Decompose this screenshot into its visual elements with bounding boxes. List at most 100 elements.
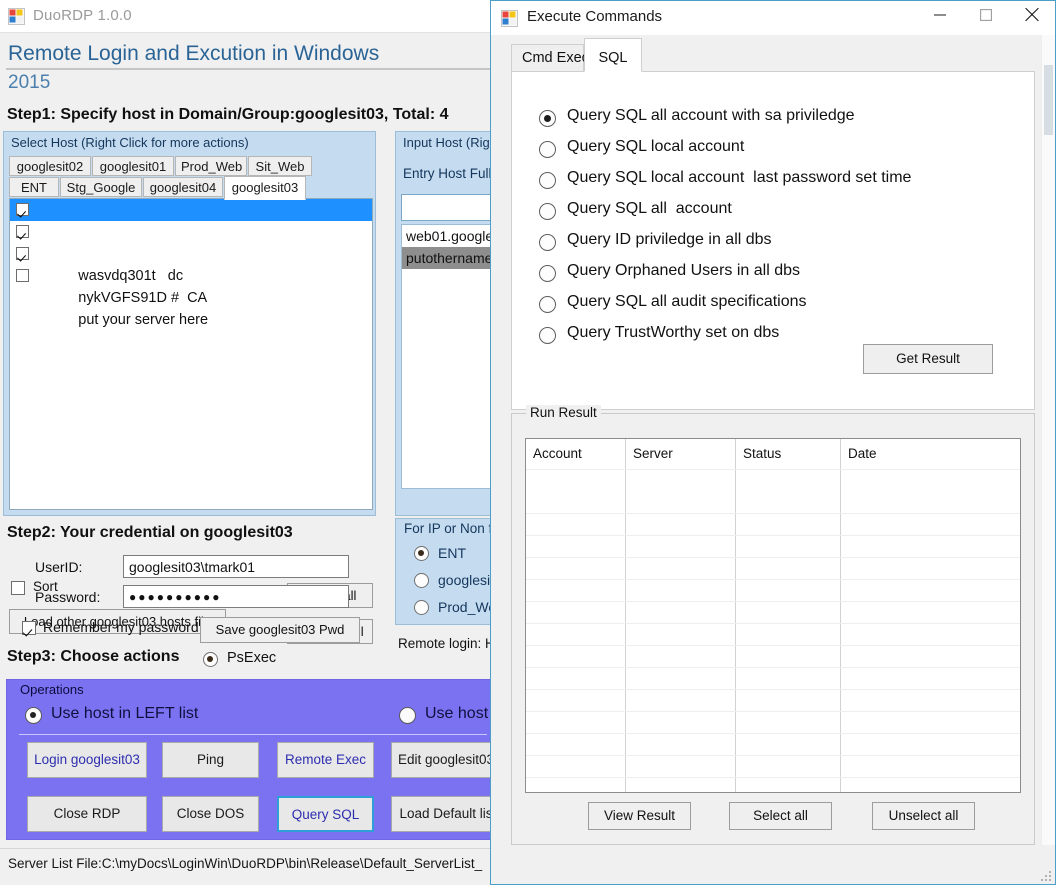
radio-icon[interactable] (539, 172, 556, 189)
list-item-label: nykVGFS91D # CA (78, 290, 208, 306)
operations-caption: Operations (17, 682, 87, 697)
radio-icon[interactable] (539, 296, 556, 313)
host-tab-prod-web[interactable]: Prod_Web (175, 156, 247, 176)
maximize-button[interactable] (963, 1, 1009, 33)
execute-commands-title-label: Execute Commands (527, 8, 663, 25)
get-result-button[interactable]: Get Result (863, 344, 993, 374)
vertical-scrollbar[interactable] (1041, 35, 1055, 845)
unselect-all-button[interactable]: Unselect all (872, 802, 975, 830)
list-item-label: put your server here (78, 312, 209, 328)
column-header-date[interactable]: Date (841, 439, 1020, 469)
banner-year: 2015 (8, 72, 51, 93)
list-item[interactable]: nykVGFS91D # CA (10, 243, 372, 306)
row-divider (526, 777, 1020, 778)
maximize-icon (980, 8, 992, 26)
radio-label: Query SQL all account with sa priviledge (567, 107, 855, 124)
minimize-button[interactable] (917, 1, 963, 33)
radio-icon[interactable] (25, 707, 42, 724)
row-divider (526, 513, 1020, 514)
column-header-account[interactable]: Account (526, 439, 626, 469)
query-sql-button[interactable]: Query SQL (277, 796, 374, 832)
radio-icon[interactable] (203, 652, 218, 667)
banner-headline: Remote Login and Excution in Windows (8, 42, 380, 65)
host-tab-sit-web[interactable]: Sit_Web (248, 156, 312, 176)
host-tab-googlesit03[interactable]: googlesit03 (224, 176, 306, 200)
column-separator (735, 439, 736, 792)
select-host-group: Select Host (Right Click for more action… (3, 131, 376, 644)
checkbox-icon[interactable] (16, 203, 29, 216)
entry-host-listbox[interactable]: web01.google putothername (401, 224, 498, 489)
duordp-titlebar: DuoRDP 1.0.0 (0, 0, 498, 33)
radio-icon[interactable] (414, 546, 429, 561)
list-item[interactable]: wasvdq301t dc (10, 221, 372, 284)
status-text: Server List File:C:\myDocs\LoginWin\DuoR… (8, 856, 483, 871)
checkbox-icon[interactable] (16, 247, 29, 260)
radio-icon[interactable] (399, 707, 416, 724)
result-table[interactable]: Account Server Status Date (525, 438, 1021, 793)
checkbox-icon[interactable] (16, 269, 29, 282)
login-button[interactable]: Login googlesit03 (27, 742, 147, 778)
save-password-button[interactable]: Save googlesit03 Pwd (200, 617, 360, 643)
select-all-button[interactable]: Select all (729, 802, 832, 830)
column-separator (625, 439, 626, 792)
close-rdp-button[interactable]: Close RDP (27, 796, 147, 832)
radio-icon[interactable] (539, 141, 556, 158)
userid-field[interactable] (123, 555, 349, 578)
row-divider (526, 645, 1020, 646)
list-item[interactable]: nykvdq301t # dc (10, 199, 372, 262)
edit-hosts-button[interactable]: Edit googlesit03 (391, 742, 498, 778)
for-ip-group: For IP or Non f ENT googlesit0 Prod_Web (395, 518, 498, 625)
remote-exec-button[interactable]: Remote Exec (277, 742, 374, 778)
step1-heading: Step1: Specify host in Domain/Group:goog… (7, 106, 449, 123)
host-listbox[interactable]: nykvdq301t # dc wasvdq301t dc nykVGFS91D… (9, 198, 373, 510)
entry-host-input[interactable] (401, 194, 498, 221)
app-window-icon (8, 8, 25, 25)
duordp-banner: Remote Login and Excution in Windows 201… (0, 33, 498, 101)
ping-button[interactable]: Ping (162, 742, 259, 778)
column-header-server[interactable]: Server (626, 439, 736, 469)
list-item[interactable]: web01.google (402, 225, 498, 247)
app-window-icon (501, 10, 518, 27)
for-ip-caption: For IP or Non f (404, 521, 493, 536)
host-tab-ent[interactable]: ENT (9, 177, 59, 197)
list-item[interactable]: put your server here (10, 265, 372, 328)
scrollbar-thumb[interactable] (1044, 65, 1053, 135)
checkbox-icon[interactable] (22, 621, 36, 635)
run-result-group: Run Result Account Server Status Date Vi… (511, 405, 1035, 845)
view-result-button[interactable]: View Result (588, 802, 691, 830)
radio-icon[interactable] (539, 203, 556, 220)
load-default-button[interactable]: Load Default lis (391, 796, 498, 832)
host-tab-googlesit01[interactable]: googlesit01 (92, 156, 174, 176)
radio-icon[interactable] (539, 327, 556, 344)
radio-icon[interactable] (539, 265, 556, 282)
resize-grip-icon[interactable] (1040, 869, 1052, 881)
duordp-window: DuoRDP 1.0.0 Remote Login and Excution i… (0, 0, 499, 885)
radio-label: Query SQL all audit specifications (567, 293, 807, 310)
userid-label: UserID: (35, 559, 83, 575)
password-field[interactable]: ●●●●●●●●●● (123, 585, 349, 608)
radio-label: PsExec (227, 650, 277, 666)
checkbox-icon[interactable] (16, 225, 29, 238)
close-button[interactable] (1009, 1, 1055, 33)
row-divider (526, 733, 1020, 734)
radio-icon[interactable] (414, 600, 429, 615)
close-dos-button[interactable]: Close DOS (162, 796, 259, 832)
host-tab-googlesit04[interactable]: googlesit04 (143, 177, 223, 197)
checkbox-icon[interactable] (11, 581, 25, 595)
row-divider (526, 535, 1020, 536)
radio-label: Use host in LEFT list (51, 705, 199, 722)
radio-label: Query SQL local account (567, 138, 745, 155)
list-item[interactable]: putothername (402, 247, 498, 269)
host-tab-googlesit02[interactable]: googlesit02 (9, 156, 91, 176)
duordp-title-label: DuoRDP 1.0.0 (33, 7, 132, 24)
row-divider (526, 711, 1020, 712)
radio-icon[interactable] (539, 110, 556, 127)
radio-icon[interactable] (414, 573, 429, 588)
tab-sql[interactable]: SQL (584, 38, 642, 72)
column-header-status[interactable]: Status (736, 439, 841, 469)
row-divider (526, 667, 1020, 668)
radio-icon[interactable] (539, 234, 556, 251)
select-host-caption: Select Host (Right Click for more action… (11, 135, 249, 150)
tab-cmd-exec[interactable]: Cmd Exec (511, 44, 589, 72)
host-tab-stg-google[interactable]: Stg_Google (60, 177, 142, 197)
